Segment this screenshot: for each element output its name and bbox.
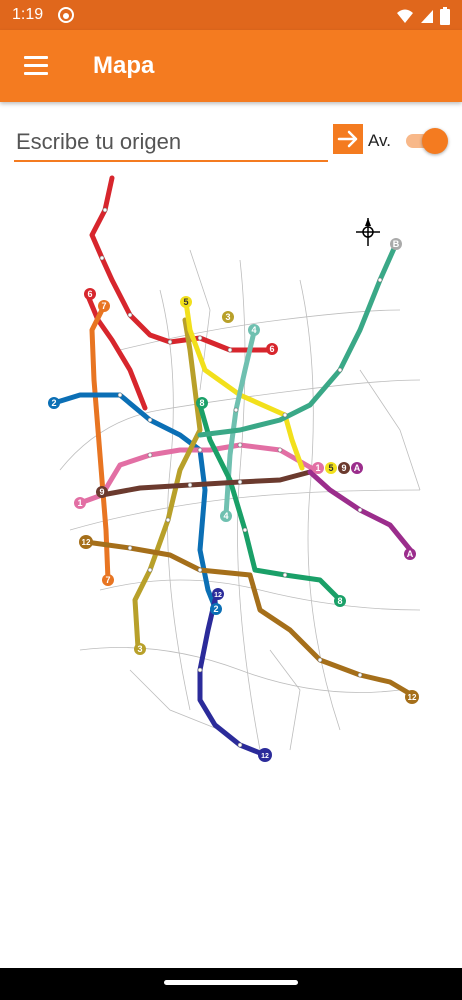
origin-input[interactable] — [14, 124, 328, 162]
system-nav-bar — [0, 968, 462, 1000]
search-row: Av. — [0, 120, 462, 170]
svg-text:9: 9 — [99, 487, 104, 497]
svg-text:7: 7 — [105, 575, 110, 585]
app-notification-icon — [58, 7, 74, 23]
toggle-thumb — [422, 128, 448, 154]
advanced-label: Av. — [368, 131, 391, 150]
status-bar: 1:19 — [0, 0, 462, 30]
compass-icon — [356, 218, 380, 246]
svg-text:3: 3 — [137, 644, 142, 654]
svg-text:12: 12 — [261, 753, 269, 760]
line-6 — [89, 175, 273, 353]
svg-text:A: A — [354, 463, 361, 473]
arrow-right-icon — [337, 130, 358, 148]
svg-text:8: 8 — [337, 596, 342, 606]
svg-text:5: 5 — [328, 463, 333, 473]
app-bar: Mapa — [0, 30, 462, 102]
route-arrow-button[interactable] — [333, 124, 363, 154]
metro-map[interactable]: 6 7 5 3 4 6 B 2 8 1 5 9 A 1 9 4 12 A 7 8… — [40, 170, 440, 770]
status-icons — [396, 7, 450, 25]
status-time: 1:19 — [12, 6, 44, 23]
svg-text:A: A — [407, 549, 414, 559]
svg-text:B: B — [393, 239, 400, 249]
metro-map-svg[interactable]: 6 7 5 3 4 6 B 2 8 1 5 9 A 1 9 4 12 A 7 8… — [40, 170, 440, 770]
svg-text:9: 9 — [341, 463, 346, 473]
svg-text:4: 4 — [223, 511, 228, 521]
signal-icon — [421, 10, 433, 23]
line-7 — [89, 303, 111, 583]
page-title: Mapa — [93, 52, 155, 79]
menu-icon[interactable] — [24, 56, 48, 76]
svg-text:5: 5 — [183, 297, 188, 307]
svg-text:4: 4 — [251, 325, 256, 335]
svg-text:3: 3 — [225, 312, 230, 322]
svg-text:6: 6 — [87, 289, 92, 299]
svg-text:2: 2 — [213, 604, 218, 614]
svg-text:1: 1 — [77, 498, 82, 508]
wifi-icon — [397, 9, 413, 23]
svg-text:12: 12 — [408, 693, 417, 702]
home-gesture-pill[interactable] — [164, 980, 298, 985]
svg-text:12: 12 — [82, 538, 91, 547]
svg-text:12: 12 — [214, 592, 222, 599]
svg-text:7: 7 — [101, 301, 106, 311]
svg-text:8: 8 — [199, 398, 204, 408]
advanced-toggle[interactable] — [404, 128, 448, 154]
battery-icon — [440, 7, 450, 25]
svg-text:6: 6 — [269, 344, 274, 354]
line-12-branch — [197, 597, 268, 758]
line-B — [197, 241, 399, 438]
svg-text:1: 1 — [315, 463, 320, 473]
svg-text:2: 2 — [51, 398, 56, 408]
